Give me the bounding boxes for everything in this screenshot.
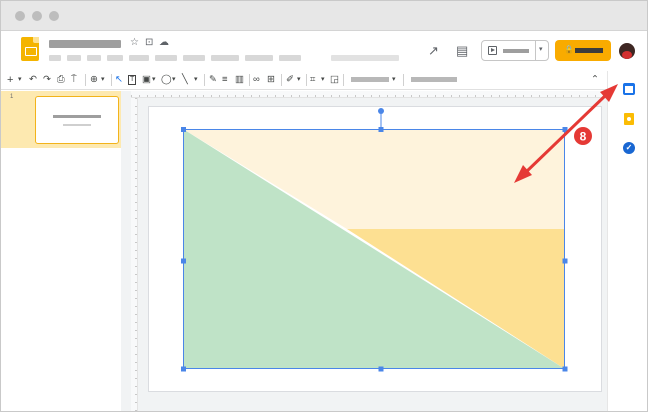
toolbar-divider <box>204 74 205 86</box>
slides-logo-icon[interactable] <box>21 37 39 61</box>
slide-filmstrip: 1 <box>1 91 121 411</box>
thumbnail-title-line <box>53 115 101 118</box>
chevron-down-icon[interactable]: ▾ <box>539 45 543 53</box>
toolbar-divider <box>85 74 86 86</box>
zoom-window-button[interactable] <box>49 11 59 21</box>
border-chevron-icon[interactable]: ▾ <box>297 73 301 87</box>
last-edit-status[interactable] <box>331 55 399 61</box>
app-window: ☆ ⊡ ☁ ↗ ▤ ▾ 🔒 + ▾ ↶ ↷ ⎙ ⍑ ⊕ ▾ ↖ T ▣ ▾ ◯ … <box>0 0 648 412</box>
collapse-toolbar-icon[interactable]: ⌃ <box>591 73 599 87</box>
menu-arrange[interactable] <box>183 55 205 61</box>
shape-icon[interactable]: ◯ <box>161 73 172 87</box>
zoom-chevron-icon[interactable]: ▾ <box>101 73 105 87</box>
toolbar-divider <box>111 74 112 86</box>
line-chevron-icon[interactable]: ▾ <box>194 73 198 87</box>
slideshow-button[interactable]: ▾ <box>481 40 549 61</box>
crop-icon[interactable]: ⌗ <box>310 73 315 87</box>
undo-icon[interactable]: ↶ <box>29 73 37 87</box>
comment-history-icon[interactable]: ▤ <box>456 44 468 58</box>
activity-trend-icon[interactable]: ↗ <box>428 44 439 58</box>
new-slide-chevron-icon[interactable]: ▾ <box>18 73 22 87</box>
share-label <box>575 48 603 53</box>
new-slide-button[interactable]: + <box>7 73 13 87</box>
document-title[interactable] <box>49 40 121 48</box>
keep-icon[interactable] <box>624 113 634 125</box>
toolbar-divider <box>306 74 307 86</box>
select-cursor-icon[interactable]: ↖ <box>115 73 123 87</box>
slideshow-play-icon <box>488 46 497 55</box>
slide-number: 1 <box>10 94 14 100</box>
close-window-button[interactable] <box>15 11 25 21</box>
tasks-icon[interactable]: ✓ <box>623 142 635 154</box>
lock-icon: 🔒 <box>564 45 574 54</box>
vertical-ruler[interactable] <box>131 98 138 411</box>
menu-extensions[interactable] <box>245 55 273 61</box>
thumbnail-subtitle-line <box>63 124 91 126</box>
add-comment-icon[interactable]: ⊞ <box>267 73 275 87</box>
selected-slide-row[interactable]: 1 <box>1 91 121 148</box>
align-icon[interactable]: ≡ <box>222 73 228 87</box>
menu-edit[interactable] <box>67 55 81 61</box>
crop-chevron-icon[interactable]: ▾ <box>321 73 325 87</box>
line-icon[interactable]: ╲ <box>182 73 188 87</box>
link-icon[interactable]: ∞ <box>253 73 260 87</box>
textbox-icon[interactable]: T <box>128 75 137 85</box>
minimize-window-button[interactable] <box>32 11 42 21</box>
star-icon[interactable]: ☆ <box>130 36 139 50</box>
toolbar-divider <box>281 74 282 86</box>
columns-icon[interactable]: ▥ <box>235 73 244 87</box>
format-options-chevron-icon[interactable]: ▾ <box>392 73 396 87</box>
share-button[interactable]: 🔒 <box>555 40 611 61</box>
menu-insert[interactable] <box>107 55 123 61</box>
menu-help[interactable] <box>279 55 301 61</box>
menu-file[interactable] <box>49 55 61 61</box>
pen-icon[interactable]: ✎ <box>209 73 217 87</box>
zoom-icon[interactable]: ⊕ <box>90 73 98 87</box>
toolbar-divider <box>343 74 344 86</box>
editing-toolbar: + ▾ ↶ ↷ ⎙ ⍑ ⊕ ▾ ↖ T ▣ ▾ ◯ ▾ ╲ ▾ ✎ ≡ ▥ ∞ … <box>1 71 647 90</box>
menu-view[interactable] <box>87 55 101 61</box>
app-header: ☆ ⊡ ☁ ↗ ▤ ▾ 🔒 <box>1 31 647 71</box>
account-avatar[interactable] <box>619 43 635 59</box>
cloud-status-icon[interactable]: ☁ <box>159 36 169 50</box>
toolbar-divider <box>403 74 404 86</box>
slideshow-divider <box>535 41 536 60</box>
toolbar-divider <box>249 74 250 86</box>
menu-tools[interactable] <box>211 55 239 61</box>
mask-image-icon[interactable]: ◲ <box>330 73 339 87</box>
slide-canvas[interactable] <box>149 107 601 391</box>
menu-format[interactable] <box>129 55 149 61</box>
title-bar <box>1 1 647 31</box>
slideshow-label <box>503 49 529 53</box>
shape-chevron-icon[interactable]: ▾ <box>172 73 176 87</box>
print-icon[interactable]: ⎙ <box>57 73 65 87</box>
calendar-icon[interactable] <box>623 83 635 95</box>
move-folder-icon[interactable]: ⊡ <box>145 36 153 50</box>
horizontal-ruler[interactable] <box>131 91 607 98</box>
insert-image-icon[interactable]: ▣ <box>142 73 151 87</box>
redo-icon[interactable]: ↷ <box>43 73 51 87</box>
paint-format-icon[interactable]: ⍑ <box>71 73 77 87</box>
menu-slide[interactable] <box>155 55 177 61</box>
format-options-field[interactable] <box>351 77 389 82</box>
border-color-icon[interactable]: ✐ <box>286 73 294 87</box>
animate-field[interactable] <box>411 77 457 82</box>
image-chevron-icon[interactable]: ▾ <box>152 73 156 87</box>
slide-thumbnail[interactable] <box>35 96 119 144</box>
side-panel: ✓ <box>607 71 647 411</box>
